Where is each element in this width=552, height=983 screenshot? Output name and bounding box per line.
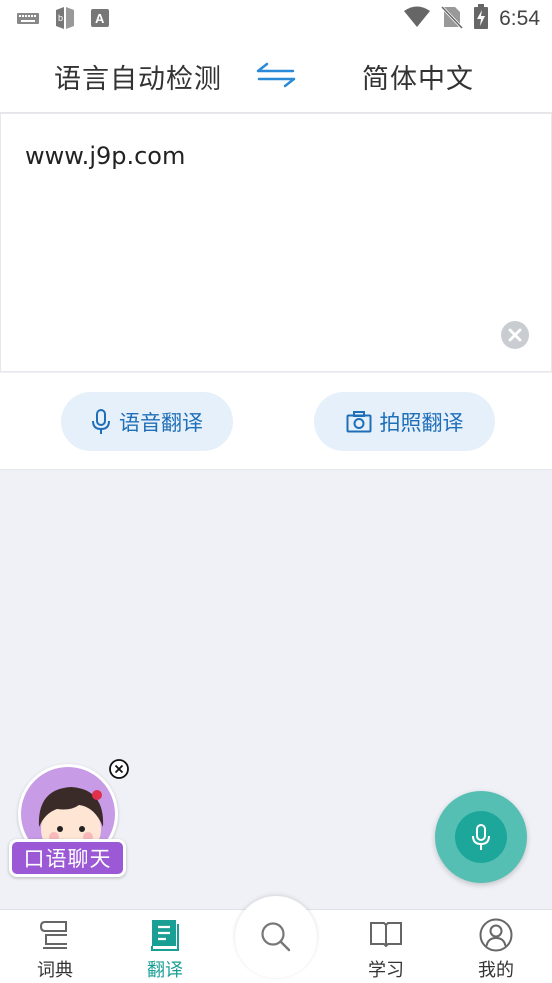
- photo-translate-button[interactable]: 拍照翻译: [314, 392, 495, 451]
- tab-me-label: 我的: [478, 960, 514, 981]
- target-language-selector[interactable]: 简体中文: [362, 57, 474, 96]
- tab-translate-label: 翻译: [147, 960, 183, 981]
- voice-input-fab[interactable]: [435, 791, 527, 883]
- no-sim-icon: [441, 5, 464, 33]
- oral-chat-label[interactable]: 口语聊天: [9, 839, 126, 877]
- tab-learn-label: 学习: [368, 960, 404, 981]
- tab-learn[interactable]: 学习: [331, 910, 441, 983]
- translation-input-area[interactable]: www.j9p.com: [0, 113, 552, 372]
- translate-actions: 语音翻译 拍照翻译: [0, 373, 552, 470]
- user-icon: [479, 918, 513, 952]
- book-app-icon: b: [54, 6, 76, 34]
- svg-text:A: A: [95, 11, 105, 26]
- search-icon: [261, 922, 291, 952]
- microphone-icon: [472, 824, 490, 850]
- voice-translate-button[interactable]: 语音翻译: [61, 392, 233, 451]
- close-promo-button[interactable]: [108, 758, 130, 780]
- keyboard-icon: [16, 10, 40, 30]
- translation-input-text[interactable]: www.j9p.com: [25, 142, 185, 170]
- status-left-icons: b A: [16, 6, 110, 34]
- camera-icon: [346, 410, 371, 432]
- close-circle-icon: [109, 759, 129, 779]
- open-book-icon: [370, 922, 402, 948]
- font-a-icon: A: [90, 8, 110, 32]
- search-button[interactable]: [235, 896, 317, 978]
- oral-chat-promo[interactable]: 口语聊天: [8, 758, 130, 882]
- battery-charging-icon: [473, 4, 489, 34]
- tab-me[interactable]: 我的: [441, 910, 551, 983]
- language-bar: 语言自动检测 简体中文: [0, 36, 552, 113]
- clear-input-button[interactable]: [501, 321, 529, 349]
- microphone-icon: [92, 408, 110, 434]
- voice-translate-label: 语音翻译: [119, 410, 203, 435]
- tab-translate[interactable]: 翻译: [110, 910, 220, 983]
- close-icon: [508, 328, 522, 342]
- tab-dictionary[interactable]: 词典: [0, 910, 110, 983]
- dictionary-icon: [39, 921, 67, 949]
- svg-text:b: b: [58, 13, 63, 23]
- tab-dictionary-label: 词典: [37, 960, 73, 981]
- source-language-selector[interactable]: 语言自动检测: [54, 57, 222, 96]
- translate-icon: [151, 920, 179, 951]
- status-right-icons: 6:54: [403, 4, 540, 34]
- status-bar: b A 6:54: [0, 0, 552, 36]
- photo-translate-label: 拍照翻译: [379, 410, 464, 435]
- wifi-icon: [403, 5, 431, 33]
- swap-arrows-icon: [256, 62, 296, 88]
- swap-languages-button[interactable]: [256, 60, 296, 90]
- status-time: 6:54: [499, 7, 540, 30]
- voice-input-fab-inner: [455, 811, 507, 863]
